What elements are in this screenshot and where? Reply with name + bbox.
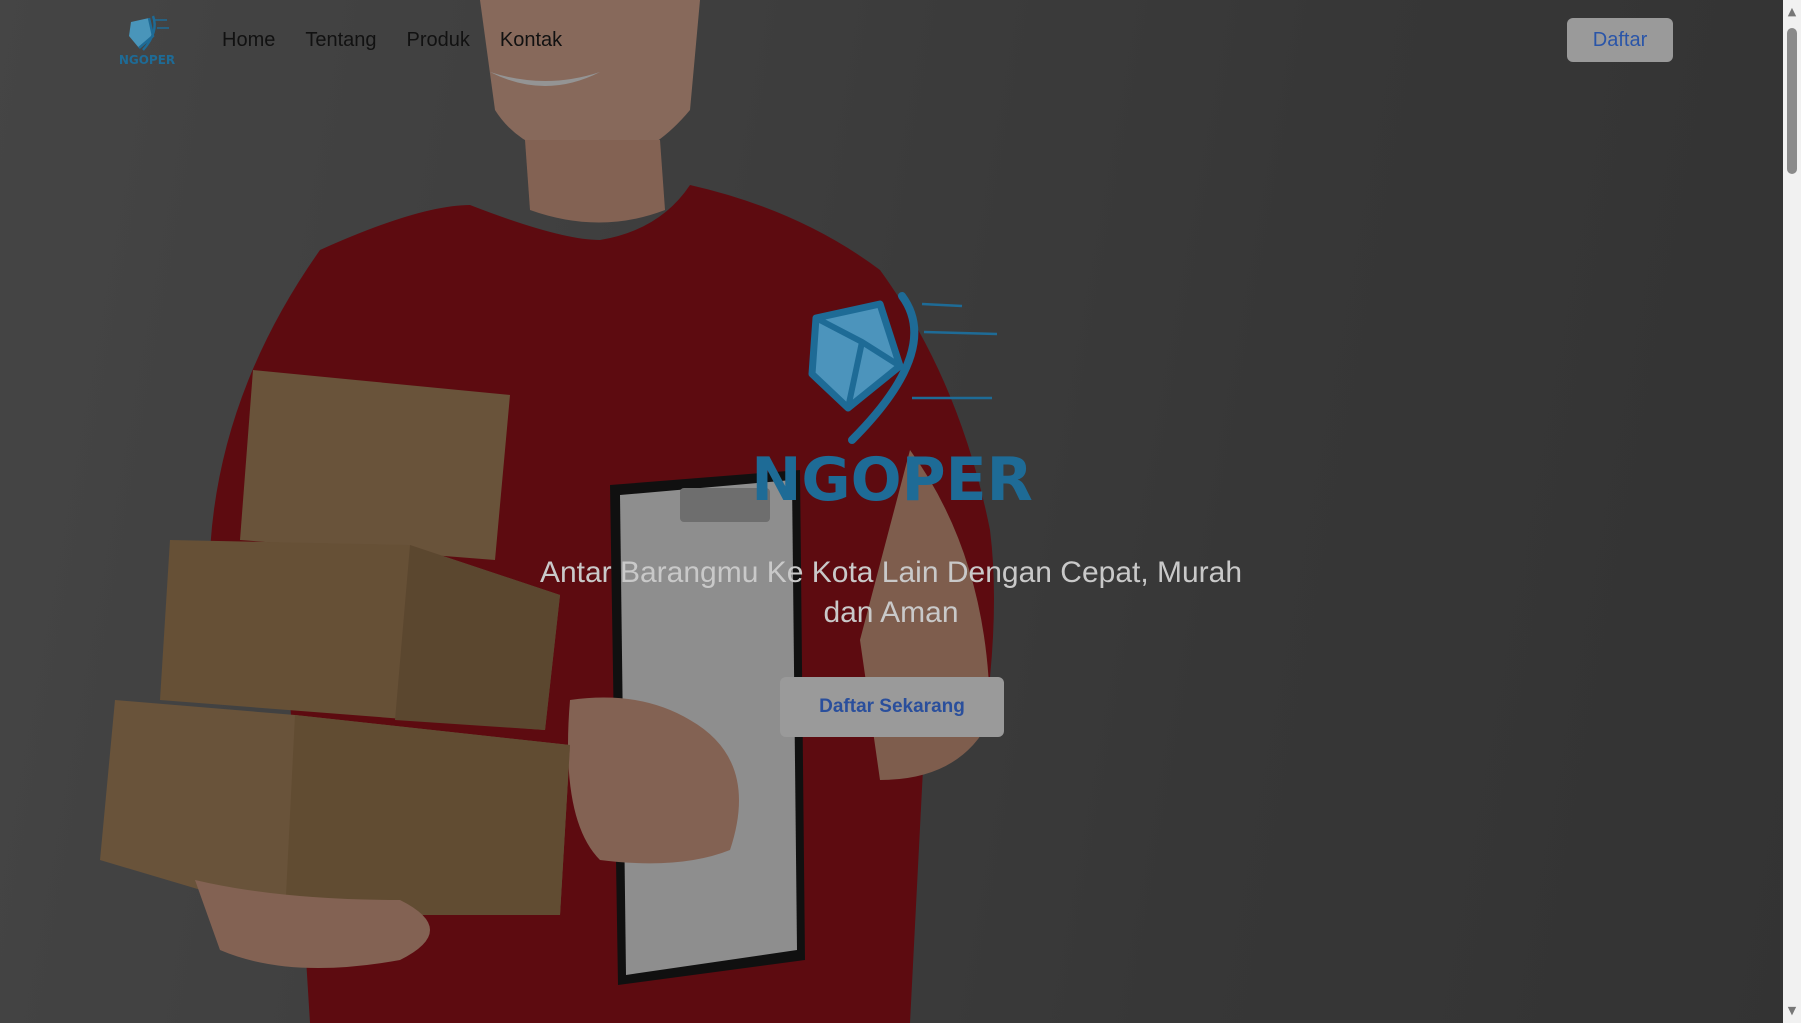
delivery-box-icon: [808, 292, 998, 444]
delivery-box-icon: [129, 15, 169, 51]
scroll-thumb[interactable]: [1787, 28, 1797, 174]
nav-link-tentang[interactable]: Tentang: [305, 26, 376, 54]
hero-logo-text: NGOPER: [752, 445, 1032, 515]
nav-links: Home Tentang Produk Kontak: [222, 26, 592, 54]
nav-link-home[interactable]: Home: [222, 26, 275, 54]
nav-link-kontak[interactable]: Kontak: [500, 26, 562, 54]
hero-tagline: Antar Barangmu Ke Kota Lain Dengan Cepat…: [539, 556, 1243, 629]
hero-section: NGOPER Home Tentang Produk Kontak Daftar: [0, 0, 1783, 1023]
browser-viewport: NGOPER Home Tentang Produk Kontak Daftar: [0, 0, 1801, 1023]
hero-logo: NGOPER: [752, 292, 1032, 515]
navbar-daftar-button[interactable]: Daftar: [1567, 18, 1673, 62]
navbar-logo-text: NGOPER: [119, 53, 175, 67]
page-scrollbar[interactable]: ▲ ▼: [1783, 0, 1801, 1023]
nav-link-produk[interactable]: Produk: [407, 26, 470, 54]
daftar-sekarang-button[interactable]: Daftar Sekarang: [780, 677, 1004, 737]
scroll-up-arrow-icon[interactable]: ▲: [1783, 4, 1801, 20]
navbar: NGOPER Home Tentang Produk Kontak Daftar: [0, 0, 1783, 80]
navbar-logo[interactable]: NGOPER: [115, 14, 179, 68]
scroll-down-arrow-icon[interactable]: ▼: [1783, 1003, 1801, 1019]
